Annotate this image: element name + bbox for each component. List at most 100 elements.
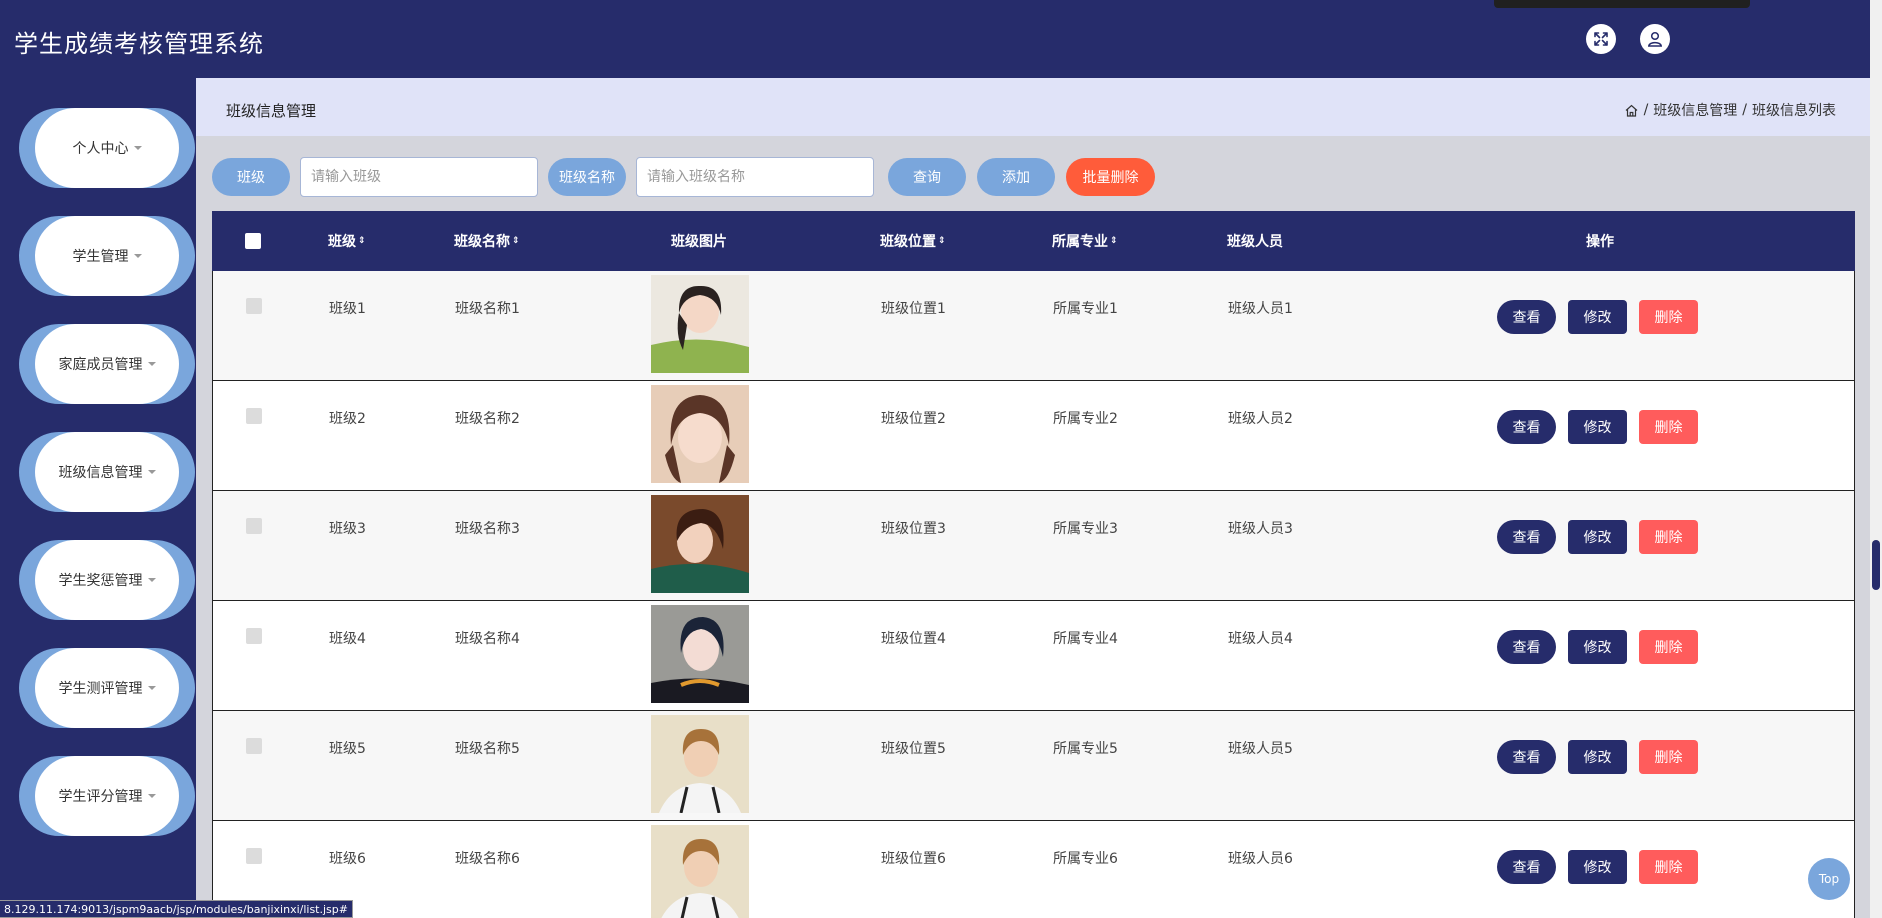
main-content: 班级信息管理 / 班级信息管理 / 班级信息列表 班级 班级名称 查询 添加 批… [196,78,1870,918]
cell-class: 班级6 [329,851,366,867]
batch-delete-button[interactable]: 批量删除 [1066,158,1155,196]
edit-button[interactable]: 修改 [1568,850,1627,884]
class-image[interactable] [651,715,749,813]
sidebar-item-scoring[interactable]: 学生评分管理 [19,756,195,836]
cell-location: 班级位置4 [881,631,946,647]
row-checkbox[interactable] [246,848,262,864]
header-class-location[interactable]: 班级位置 ⇕ [880,211,946,271]
fullscreen-button[interactable] [1586,24,1616,54]
class-image[interactable] [651,605,749,703]
sidebar-item-label: 班级信息管理 [58,465,143,481]
row-checkbox[interactable] [246,518,262,534]
sidebar-item-label: 家庭成员管理 [58,357,143,373]
class-image[interactable] [651,275,749,373]
cell-members: 班级人员2 [1228,411,1293,427]
sort-icon: ⇕ [358,236,366,246]
scrollbar-thumb[interactable] [1872,540,1880,590]
edit-button[interactable]: 修改 [1568,300,1627,334]
delete-button[interactable]: 删除 [1639,850,1698,884]
delete-button[interactable]: 删除 [1639,520,1698,554]
home-icon[interactable] [1624,103,1639,118]
table-body: 班级1 班级名称1 班级位置1 所属专业1 班级人员1 查看 修改 删除 班级2… [212,271,1855,918]
cell-major: 所属专业3 [1053,521,1118,537]
row-checkbox[interactable] [246,738,262,754]
class-name-search-label: 班级名称 [548,158,626,196]
cell-major: 所属专业2 [1053,411,1118,427]
header-class[interactable]: 班级 ⇕ [328,211,366,271]
add-button[interactable]: 添加 [977,158,1055,196]
view-button[interactable]: 查看 [1497,630,1556,664]
cell-class-name: 班级名称1 [455,301,520,317]
view-button[interactable]: 查看 [1497,300,1556,334]
breadcrumb: / 班级信息管理 / 班级信息列表 [1624,100,1836,120]
top-header: 学生成绩考核管理系统 [0,0,1870,78]
cell-class: 班级2 [329,411,366,427]
header-class-name[interactable]: 班级名称 ⇕ [454,211,520,271]
edit-button[interactable]: 修改 [1568,410,1627,444]
delete-button[interactable]: 删除 [1639,630,1698,664]
cell-class-name: 班级名称5 [455,741,520,757]
sidebar-item-label: 个人中心 [72,141,129,157]
edit-button[interactable]: 修改 [1568,740,1627,774]
header-members-label: 班级人员 [1227,234,1283,250]
caret-down-icon [133,254,142,258]
header-class-image: 班级图片 [671,211,727,271]
caret-down-icon [133,146,142,150]
header-major[interactable]: 所属专业 ⇕ [1052,211,1118,271]
row-checkbox[interactable] [246,298,262,314]
sidebar-item-personal-center[interactable]: 个人中心 [19,108,195,188]
cell-major: 所属专业1 [1053,301,1118,317]
view-button[interactable]: 查看 [1497,740,1556,774]
sidebar-item-students[interactable]: 学生管理 [19,216,195,296]
header-class-location-label: 班级位置 [880,234,936,250]
caret-down-icon [147,578,156,582]
user-button[interactable] [1640,24,1670,54]
sidebar-item-class-info[interactable]: 班级信息管理 [19,432,195,512]
row-actions: 查看 修改 删除 [1497,410,1698,444]
class-search-label: 班级 [212,158,290,196]
delete-button[interactable]: 删除 [1639,410,1698,444]
table-row: 班级5 班级名称5 班级位置5 所属专业5 班级人员5 查看 修改 删除 [212,711,1855,821]
cell-location: 班级位置3 [881,521,946,537]
sidebar-item-rewards[interactable]: 学生奖惩管理 [19,540,195,620]
class-image[interactable] [651,495,749,593]
cell-class: 班级5 [329,741,366,757]
sort-icon: ⇕ [938,236,946,246]
row-actions: 查看 修改 删除 [1497,520,1698,554]
sidebar-item-label: 学生评分管理 [58,789,143,805]
class-image[interactable] [651,385,749,483]
sort-icon: ⇕ [512,236,520,246]
sidebar-item-label: 学生管理 [72,249,129,265]
row-checkbox[interactable] [246,408,262,424]
delete-button[interactable]: 删除 [1639,740,1698,774]
delete-button[interactable]: 删除 [1639,300,1698,334]
cell-major: 所属专业6 [1053,851,1118,867]
view-button[interactable]: 查看 [1497,850,1556,884]
class-search-input[interactable] [300,157,538,197]
query-button[interactable]: 查询 [888,158,966,196]
breadcrumb-item-class-info[interactable]: 班级信息管理 [1653,100,1737,120]
caret-down-icon [147,686,156,690]
sidebar-item-family-members[interactable]: 家庭成员管理 [19,324,195,404]
breadcrumb-sep: / [1643,102,1649,118]
sidebar-item-evaluation[interactable]: 学生测评管理 [19,648,195,728]
top-strip [1494,0,1750,8]
back-to-top-button[interactable]: Top [1808,858,1850,900]
cell-class-name: 班级名称6 [455,851,520,867]
cell-major: 所属专业4 [1053,631,1118,647]
breadcrumb-item-class-list: 班级信息列表 [1752,103,1836,119]
app-title: 学生成绩考核管理系统 [14,30,264,58]
cell-location: 班级位置6 [881,851,946,867]
view-button[interactable]: 查看 [1497,410,1556,444]
table-row: 班级1 班级名称1 班级位置1 所属专业1 班级人员1 查看 修改 删除 [212,271,1855,381]
edit-button[interactable]: 修改 [1568,630,1627,664]
breadcrumb-sep: / [1742,102,1747,118]
class-image[interactable] [651,825,749,918]
class-name-search-input[interactable] [636,157,874,197]
cell-location: 班级位置2 [881,411,946,427]
edit-button[interactable]: 修改 [1568,520,1627,554]
view-button[interactable]: 查看 [1497,520,1556,554]
page-scrollbar[interactable] [1870,0,1882,918]
row-checkbox[interactable] [246,628,262,644]
select-all-checkbox[interactable] [245,233,261,249]
